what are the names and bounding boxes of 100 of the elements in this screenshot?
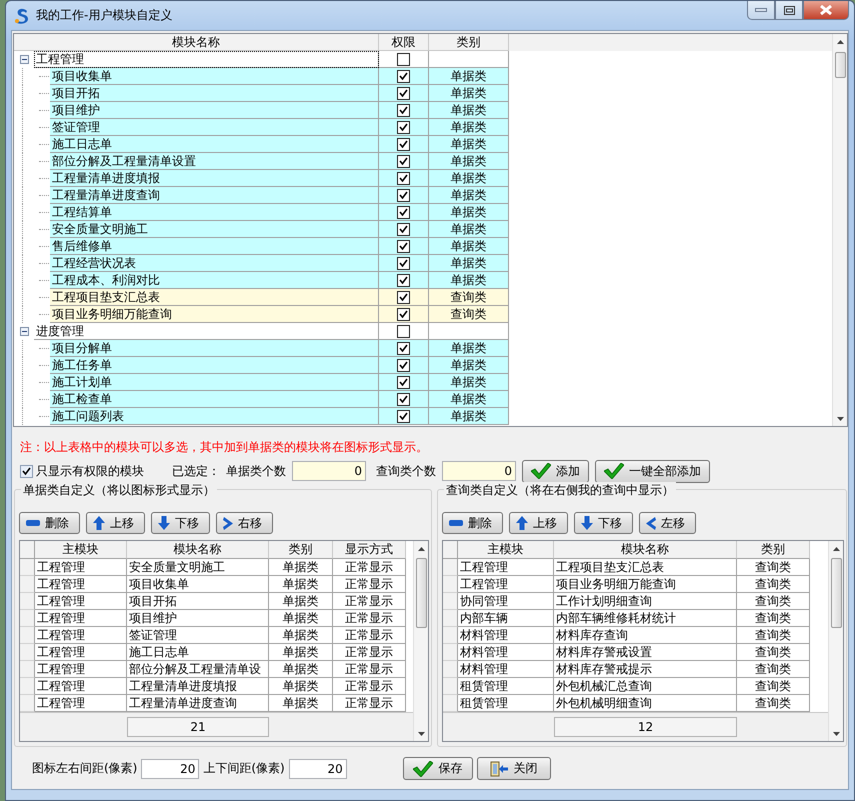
table-cell: 工程管理 — [35, 576, 127, 593]
tree-item[interactable]: 施工计划单 — [50, 374, 379, 391]
tree-item[interactable]: 签证管理 — [50, 119, 379, 136]
checkbox[interactable] — [397, 274, 410, 286]
table-cell: 正常显示 — [333, 593, 406, 610]
checkbox[interactable] — [397, 70, 410, 82]
toolbar-button[interactable]: 删除 — [19, 512, 80, 534]
scroll-thumb[interactable] — [834, 52, 846, 78]
close-dialog-button[interactable]: 关闭 — [476, 757, 551, 780]
checkbox[interactable] — [397, 154, 410, 168]
input-field[interactable]: 20 — [141, 758, 200, 778]
column-header[interactable]: 类别 — [737, 541, 810, 559]
table-cell: 单据类 — [429, 391, 509, 408]
table-cell: 单据类 — [429, 204, 509, 221]
checkbox[interactable] — [397, 104, 410, 116]
column-header[interactable]: 模块名称 — [127, 541, 269, 559]
input-field[interactable]: 20 — [288, 758, 347, 778]
scroll-up-icon[interactable] — [832, 546, 840, 550]
table-cell: 材料库存警戒提示 — [554, 661, 737, 678]
toolbar-button[interactable]: 左移 — [639, 512, 696, 534]
minimize-button[interactable] — [747, 1, 775, 20]
tree-item[interactable]: 施工任务单 — [50, 357, 379, 374]
checkbox[interactable] — [397, 172, 410, 184]
tree-item[interactable]: 工程量清单进度填报 — [50, 170, 379, 187]
toolbar-button[interactable]: 右移 — [216, 512, 273, 534]
vertical-scrollbar[interactable] — [828, 541, 843, 741]
checkbox-label[interactable]: 只显示有权限的模块 — [36, 462, 144, 480]
scroll-down-icon[interactable] — [418, 732, 424, 736]
tree-item[interactable]: 项目维护 — [50, 102, 379, 119]
table-cell: 内部车辆 — [458, 610, 554, 627]
scroll-up-icon[interactable] — [836, 40, 844, 44]
tree-item[interactable]: 项目收集单 — [50, 68, 379, 85]
tree-item[interactable]: 项目开拓 — [50, 85, 379, 102]
table-cell: 外包机械汇总查询 — [554, 678, 737, 695]
scroll-up-icon[interactable] — [418, 546, 424, 550]
checkbox[interactable] — [397, 120, 410, 134]
add-button[interactable]: 添加 — [522, 460, 589, 482]
input-field[interactable]: 0 — [442, 461, 516, 481]
checkbox[interactable] — [397, 308, 410, 320]
scroll-down-icon[interactable] — [832, 732, 840, 736]
maximize-button[interactable] — [775, 1, 803, 20]
tree-item[interactable]: 项目业务明细万能查询 — [50, 306, 379, 323]
checkbox[interactable] — [397, 324, 410, 338]
toolbar-button[interactable]: 下移 — [151, 512, 210, 534]
note-text: 注：以上表格中的模块可以多选，其中加到单据类的模块将在图标形式显示。 — [19, 439, 429, 455]
checkbox[interactable] — [397, 86, 410, 100]
add-button[interactable]: 一键全部添加 — [595, 460, 710, 482]
collapse-icon[interactable] — [20, 327, 28, 336]
checkbox[interactable] — [397, 392, 410, 406]
vertical-scrollbar[interactable] — [832, 34, 847, 426]
checkbox[interactable] — [397, 376, 410, 388]
column-header[interactable]: 主模块 — [35, 541, 127, 559]
toolbar-button[interactable]: 上移 — [86, 512, 145, 534]
tree-item[interactable]: 施工检查单 — [50, 391, 379, 408]
column-header[interactable]: 主模块 — [458, 541, 554, 559]
checkbox[interactable] — [397, 256, 410, 270]
checkbox[interactable] — [20, 464, 33, 478]
checkbox[interactable] — [397, 290, 410, 304]
checkbox[interactable] — [397, 188, 410, 202]
toolbar-button[interactable]: 上移 — [509, 512, 568, 534]
checkbox[interactable] — [397, 358, 410, 372]
vertical-scrollbar[interactable] — [413, 541, 428, 741]
checkbox[interactable] — [397, 138, 410, 150]
checkbox[interactable] — [397, 240, 410, 252]
tree-item[interactable]: 工程量清单进度查询 — [50, 187, 379, 204]
tree-item[interactable]: 工程项目垫支汇总表 — [50, 289, 379, 306]
checkbox[interactable] — [397, 410, 410, 422]
table-cell: 单据类 — [269, 678, 333, 695]
toolbar-button[interactable]: 下移 — [574, 512, 633, 534]
column-header[interactable]: 显示方式 — [333, 541, 406, 559]
checkbox[interactable] — [397, 52, 410, 66]
tree-item[interactable]: 部位分解及工程量清单设置 — [50, 153, 379, 170]
tree-item[interactable]: 工程经营状况表 — [50, 255, 379, 272]
table-cell: 查询类 — [737, 593, 810, 610]
tree-item[interactable]: 项目分解单 — [50, 340, 379, 357]
scroll-thumb[interactable] — [830, 558, 842, 628]
checkbox[interactable] — [397, 342, 410, 354]
chevron-left-icon — [646, 516, 656, 530]
table-cell: 查询类 — [737, 661, 810, 678]
checkbox[interactable] — [397, 222, 410, 236]
column-header[interactable]: 类别 — [269, 541, 333, 559]
input-field[interactable]: 0 — [292, 461, 366, 481]
table-cell: 单据类 — [429, 255, 509, 272]
scroll-thumb[interactable] — [416, 558, 426, 628]
tree-item[interactable]: 施工问题列表 — [50, 408, 379, 425]
column-header[interactable]: 模块名称 — [554, 541, 737, 559]
collapse-icon[interactable] — [20, 55, 28, 64]
tree-item[interactable]: 工程结算单 — [50, 204, 379, 221]
table-cell: 正常显示 — [333, 610, 406, 627]
toolbar-button[interactable]: 删除 — [442, 512, 503, 534]
tree-item[interactable]: 施工日志单 — [50, 136, 379, 153]
tree-group[interactable]: 工程管理 — [34, 51, 379, 68]
scroll-down-icon[interactable] — [836, 416, 844, 420]
tree-item[interactable]: 安全质量文明施工 — [50, 221, 379, 238]
close-button[interactable] — [803, 1, 849, 20]
tree-item[interactable]: 工程成本、利润对比 — [50, 272, 379, 289]
checkbox[interactable] — [397, 206, 410, 218]
tree-item[interactable]: 售后维修单 — [50, 238, 379, 255]
tree-group[interactable]: 进度管理 — [34, 323, 379, 340]
save-button[interactable]: 保存 — [402, 757, 473, 780]
